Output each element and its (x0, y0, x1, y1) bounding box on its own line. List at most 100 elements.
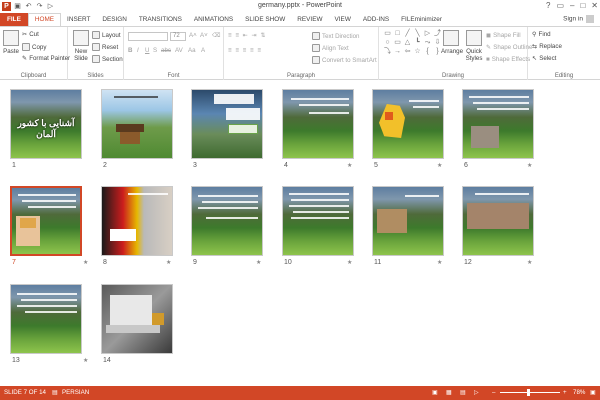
transition-star-icon[interactable]: ★ (83, 357, 88, 364)
slide-thumbnail-8[interactable] (101, 186, 173, 256)
shape-item[interactable]: ▭ (383, 30, 392, 38)
slide-thumbnail-5[interactable] (372, 89, 444, 159)
transition-star-icon[interactable]: ★ (347, 162, 352, 169)
char-spacing-button[interactable]: AV (175, 47, 183, 54)
slide-thumbnail-13[interactable] (10, 284, 82, 354)
zoom-in-button[interactable]: + (563, 389, 567, 396)
tab-insert[interactable]: INSERT (61, 13, 96, 26)
font-name-box[interactable] (128, 32, 168, 41)
shape-item[interactable]: □ (393, 30, 402, 38)
slide-thumbnail-3[interactable] (191, 89, 263, 159)
replace-button[interactable]: ⇆ Replace (532, 43, 562, 50)
paste-button[interactable]: Paste (2, 30, 20, 55)
slide-thumbnail-10[interactable] (282, 186, 354, 256)
slideshow-view-icon[interactable]: ▷ (474, 389, 479, 396)
shapes-gallery[interactable]: ▭ □ ╱ ╲ ▷ ⤴ ○ ▭ △ ┗ ⤳ ⇩ ⤵ → ⇦ ☆ { } (383, 30, 442, 64)
italic-button[interactable]: I (137, 47, 139, 54)
shape-item[interactable]: ⇦ (403, 48, 412, 56)
shape-item[interactable]: ╱ (403, 30, 412, 38)
font-size-box[interactable]: 72 (170, 32, 186, 41)
copy-button[interactable]: Copy (22, 43, 46, 51)
quick-styles-button[interactable]: Quick Styles (463, 30, 485, 62)
layout-button[interactable]: Layout (92, 31, 121, 39)
tab-slide-show[interactable]: SLIDE SHOW (239, 13, 291, 26)
transition-star-icon[interactable]: ★ (437, 162, 442, 169)
tab-animations[interactable]: ANIMATIONS (188, 13, 239, 26)
shape-item[interactable]: ⇩ (433, 39, 442, 47)
shape-item[interactable]: → (393, 48, 402, 56)
underline-button[interactable]: U (145, 47, 149, 54)
ribbon-display-button[interactable]: ▭ (556, 1, 564, 10)
text-direction-button[interactable]: Text Direction (312, 32, 359, 40)
zoom-slider-handle[interactable] (527, 389, 530, 396)
slide-thumbnail-9[interactable] (191, 186, 263, 256)
alignment-icon[interactable]: ≡ ≡ ≡ ≡ ≡ (228, 47, 262, 54)
slide-thumbnail-6[interactable] (462, 89, 534, 159)
shape-item[interactable]: ▷ (423, 30, 432, 38)
strikethrough-button[interactable]: abc (161, 47, 171, 54)
tab-file[interactable]: FILE (0, 13, 28, 26)
shape-outline-button[interactable]: ✎ Shape Outline (486, 44, 532, 51)
slide-thumbnail-12[interactable] (462, 186, 534, 256)
slide-thumbnail-11[interactable] (372, 186, 444, 256)
tab-transitions[interactable]: TRANSITIONS (133, 13, 188, 26)
transition-star-icon[interactable]: ★ (437, 259, 442, 266)
close-button[interactable]: ✕ (591, 1, 598, 10)
help-button[interactable]: ? (546, 1, 550, 10)
slide-thumbnail-14[interactable] (101, 284, 173, 354)
tab-design[interactable]: DESIGN (96, 13, 133, 26)
reset-button[interactable]: Reset (92, 43, 118, 51)
minimize-button[interactable]: – (570, 1, 574, 10)
transition-star-icon[interactable]: ★ (527, 162, 532, 169)
shape-fill-button[interactable]: ◼ Shape Fill (486, 32, 521, 39)
shape-item[interactable]: ⤵ (383, 48, 392, 56)
tab-view[interactable]: VIEW (329, 13, 357, 26)
tab-review[interactable]: REVIEW (291, 13, 328, 26)
shape-item[interactable]: ╲ (413, 30, 422, 38)
shape-item[interactable]: ☆ (413, 48, 422, 56)
shape-item[interactable]: △ (403, 39, 412, 47)
transition-star-icon[interactable]: ★ (166, 259, 171, 266)
shape-effects-button[interactable]: ■ Shape Effects (486, 56, 530, 63)
language-icon[interactable]: ▤ (52, 389, 58, 396)
language-status[interactable]: PERSIAN (62, 389, 89, 396)
format-painter-button[interactable]: ✎ Format Painter (22, 55, 70, 62)
zoom-out-button[interactable]: – (492, 389, 495, 396)
clear-format-icon[interactable]: ⌫ (212, 32, 221, 39)
select-button[interactable]: ↖ Select (532, 55, 556, 62)
normal-view-icon[interactable]: ▣ (432, 389, 438, 396)
shadow-button[interactable]: S (153, 47, 157, 54)
slide-thumbnail-2[interactable] (101, 89, 173, 159)
bullets-icon[interactable]: ≡ ≡ ⇤ ⇥ ⇅ (228, 32, 267, 39)
arrange-button[interactable]: Arrange (441, 30, 463, 55)
shape-item[interactable]: ┗ (413, 39, 422, 47)
shape-item[interactable]: ⤴ (433, 30, 442, 38)
slide-sorter-view-icon[interactable]: ▦ (446, 389, 452, 396)
shape-item[interactable]: { (423, 48, 432, 56)
find-button[interactable]: ⚲ Find (532, 31, 551, 38)
zoom-level[interactable]: 78% (573, 389, 585, 396)
slide-thumbnail-7[interactable] (10, 186, 82, 256)
shrink-font-icon[interactable]: A˅ (200, 32, 208, 39)
cut-button[interactable]: ✂ Cut (22, 31, 39, 38)
section-button[interactable]: Section (92, 55, 123, 63)
align-text-button[interactable]: Align Text (312, 44, 349, 52)
fit-slide-icon[interactable]: ▣ (590, 389, 596, 396)
font-color-button[interactable]: A (201, 47, 205, 54)
convert-smartart-button[interactable]: Convert to SmartArt (312, 56, 377, 64)
slide-thumbnail-4[interactable] (282, 89, 354, 159)
tab-home[interactable]: HOME (27, 13, 62, 26)
bold-button[interactable]: B (128, 47, 132, 54)
reading-view-icon[interactable]: ▤ (460, 389, 466, 396)
change-case-button[interactable]: Aa (188, 47, 196, 54)
transition-star-icon[interactable]: ★ (347, 259, 352, 266)
transition-star-icon[interactable]: ★ (256, 259, 261, 266)
shape-item[interactable]: ⤳ (423, 39, 432, 47)
maximize-button[interactable]: □ (580, 1, 585, 10)
zoom-slider[interactable] (500, 392, 560, 393)
slide-thumbnail-1[interactable]: آشنایی با کشور آلمان (10, 89, 82, 159)
shape-item[interactable]: } (433, 48, 442, 56)
tab-fileminimizer[interactable]: FILEminimizer (395, 13, 448, 26)
new-slide-button[interactable]: New Slide (70, 30, 92, 62)
grow-font-icon[interactable]: A˄ (189, 32, 197, 39)
